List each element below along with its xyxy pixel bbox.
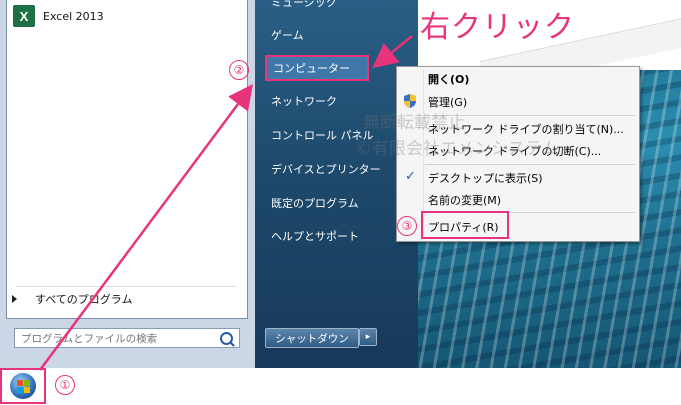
step-3-label: ③ xyxy=(397,216,417,236)
right-click-annotation: 右クリック xyxy=(420,10,575,45)
arrow-to-computer xyxy=(38,83,253,371)
step-1-label: ① xyxy=(55,375,75,395)
step-2-label: ② xyxy=(229,60,249,80)
arrow-right-click xyxy=(372,35,413,69)
annotation-arrows xyxy=(38,35,413,371)
